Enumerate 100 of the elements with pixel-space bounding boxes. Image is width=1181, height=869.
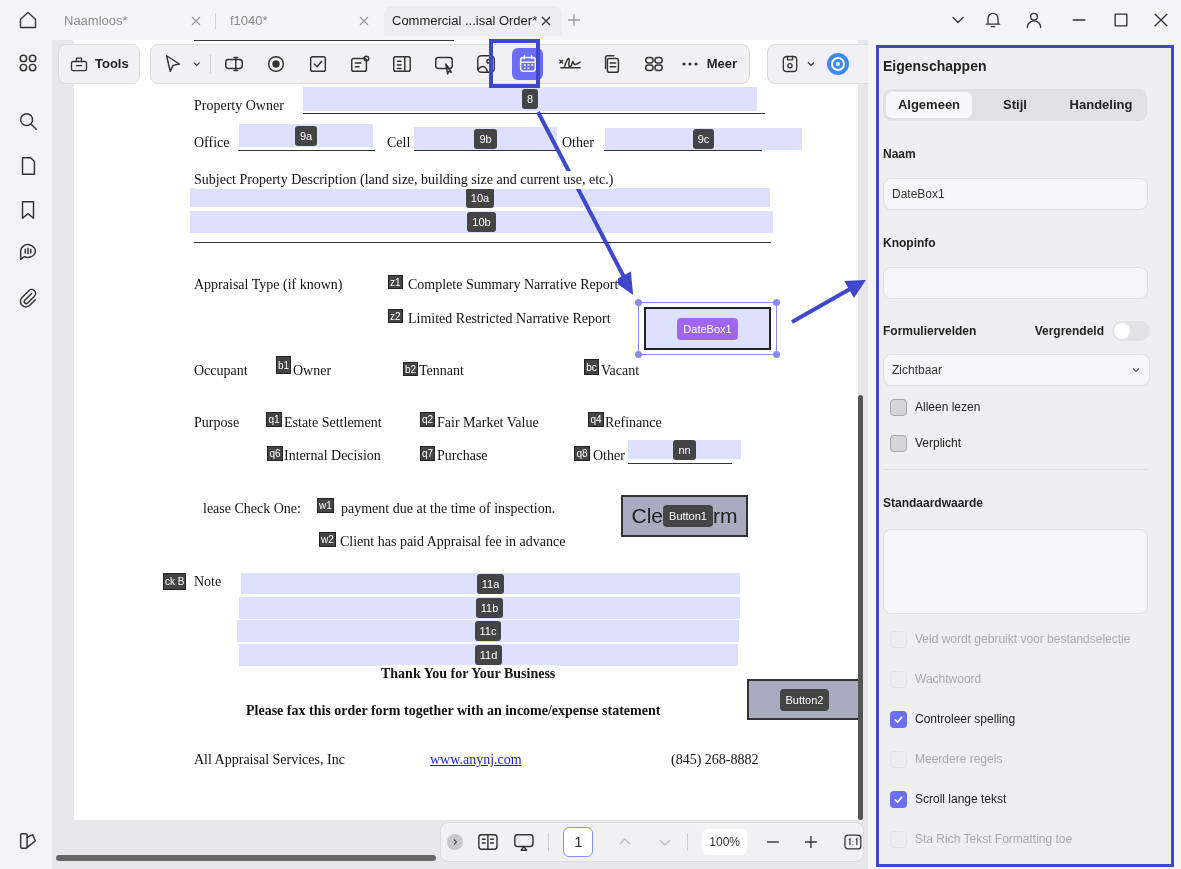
form-label: Limited Restricted Narrative Report xyxy=(408,310,611,328)
text-field[interactable]: 11c xyxy=(237,620,739,642)
search-icon[interactable] xyxy=(17,110,39,132)
tab-label: Commercial ...isal Order* xyxy=(392,12,538,31)
field-tag: Button1 xyxy=(663,505,713,527)
checkbox-field[interactable]: q7 xyxy=(420,446,436,461)
more-button[interactable]: Meer xyxy=(680,54,737,74)
comment-icon[interactable] xyxy=(17,241,39,263)
assistant-icon[interactable] xyxy=(826,52,850,76)
resize-handle[interactable] xyxy=(635,351,642,358)
form-label: Subject Property Description (land size, building size and current use, etc.) xyxy=(194,171,614,189)
checkbox-field[interactable]: q8 xyxy=(574,446,590,461)
tab-label: Naamloos* xyxy=(64,12,128,31)
vertical-scrollbar[interactable] xyxy=(858,395,863,820)
chevron-down-icon xyxy=(1131,365,1141,375)
checkbox-field[interactable]: w1 xyxy=(317,498,334,513)
field-label: Naam xyxy=(883,146,917,162)
text-field[interactable]: 11d xyxy=(239,644,738,666)
form-label: All Appraisal Services, Inc xyxy=(194,751,345,769)
toggle-switch[interactable] xyxy=(1112,321,1150,341)
text-field[interactable]: 8 xyxy=(303,87,757,111)
tab[interactable]: Commercial ...isal Order* xyxy=(384,6,562,36)
two-page-view-icon[interactable] xyxy=(476,831,499,853)
checkbox-field[interactable]: b1 xyxy=(276,356,292,374)
apps-icon[interactable] xyxy=(17,52,39,74)
actual-size-icon[interactable] xyxy=(843,832,863,852)
name-field[interactable]: DateBox1 xyxy=(883,178,1148,210)
form-label: Client has paid Appraisal fee in advance xyxy=(340,533,566,551)
checkbox-field[interactable]: z1 xyxy=(388,275,403,289)
highlight-frame xyxy=(489,39,540,88)
checkbox[interactable] xyxy=(890,434,907,452)
checkbox-field[interactable]: z2 xyxy=(388,309,403,323)
field-tag: nn xyxy=(673,439,696,460)
text-field[interactable]: 11b xyxy=(239,597,740,619)
field-label: Knopinfo xyxy=(883,235,937,251)
date-field[interactable]: DateBox1 xyxy=(644,307,771,350)
resize-handle[interactable] xyxy=(773,299,780,306)
close-icon[interactable] xyxy=(540,15,552,27)
image-icon xyxy=(474,53,497,75)
checkbox-field[interactable]: b2 xyxy=(403,362,419,376)
checkbox-field[interactable]: q2 xyxy=(420,412,436,427)
page-number-field[interactable]: 1 xyxy=(563,827,594,857)
zoom-in-icon[interactable] xyxy=(803,834,820,850)
checkbox-field[interactable]: q4 xyxy=(588,412,604,427)
checkmark-icon xyxy=(893,713,904,725)
more-icon xyxy=(680,61,699,67)
list-box-icon xyxy=(390,53,413,75)
field-tag: 11d xyxy=(474,645,503,665)
zoom-field[interactable]: 100% xyxy=(701,829,748,855)
form-label: Purpose xyxy=(194,414,240,432)
expand-button[interactable] xyxy=(447,834,463,850)
checkbox-field[interactable]: w2 xyxy=(319,532,336,547)
field-tag: 9a xyxy=(294,125,318,146)
field-tag: 8 xyxy=(521,89,539,109)
field-label: Formuliervelden xyxy=(883,323,978,340)
text-field[interactable]: 10a xyxy=(190,188,770,207)
tab[interactable]: Algemeen xyxy=(886,92,972,118)
home-icon[interactable] xyxy=(18,10,38,30)
button-caption: rm xyxy=(712,503,738,530)
field-tag: DateBox1 xyxy=(677,317,738,340)
layers-icon[interactable] xyxy=(17,830,39,852)
checkbox-label: Verplicht xyxy=(915,435,962,452)
tab[interactable]: Handeling xyxy=(1058,92,1144,118)
form-button[interactable]: Cle Button1 rm xyxy=(621,495,748,537)
caret-icon[interactable] xyxy=(192,59,202,69)
field-tag: 11c xyxy=(474,621,502,641)
tab[interactable]: Stijl xyxy=(972,92,1058,118)
checkbox-label: Sta Rich Tekst Formatting toe xyxy=(915,831,1073,848)
checkbox-field[interactable]: q1 xyxy=(266,412,282,427)
text-field[interactable]: 9c xyxy=(605,128,802,150)
checkbox-field[interactable]: bc xyxy=(584,359,599,375)
combo-box-icon xyxy=(348,53,371,75)
tab-label: f1040* xyxy=(230,12,268,31)
save-icon[interactable] xyxy=(780,54,800,74)
presentation-icon[interactable] xyxy=(512,831,535,853)
text-field[interactable]: 10b xyxy=(190,211,773,233)
checkbox-field[interactable]: q6 xyxy=(267,446,283,461)
resize-handle[interactable] xyxy=(635,299,642,306)
visibility-dropdown[interactable]: Zichtbaar xyxy=(883,354,1150,386)
checkbox[interactable] xyxy=(890,790,907,808)
checkbox[interactable] xyxy=(890,710,907,728)
text-field[interactable]: nn xyxy=(628,440,741,459)
field-tag: Button2 xyxy=(779,688,830,711)
checkbox-label: Alleen lezen xyxy=(915,399,981,416)
paperclip-icon[interactable] xyxy=(17,287,39,309)
caret-icon[interactable] xyxy=(806,59,816,69)
tools-button[interactable]: Tools xyxy=(58,44,140,84)
checkbox[interactable] xyxy=(890,398,907,416)
checkbox-field[interactable]: ck B xyxy=(163,573,187,590)
text-field[interactable]: 9b xyxy=(414,127,557,150)
form-label: Appraisal Type (if known) xyxy=(194,276,343,294)
text-field[interactable]: 9a xyxy=(239,124,373,147)
checkbox-label: Meerdere regels xyxy=(915,751,1003,768)
user-icon[interactable] xyxy=(1024,10,1044,30)
horizontal-scrollbar[interactable] xyxy=(56,855,436,861)
text-field[interactable]: 11a xyxy=(241,573,740,594)
form-label: Occupant xyxy=(194,362,248,380)
resize-handle[interactable] xyxy=(773,351,780,358)
website-link[interactable]: www.anynj.com xyxy=(430,751,522,769)
bell-icon[interactable] xyxy=(983,10,1003,30)
